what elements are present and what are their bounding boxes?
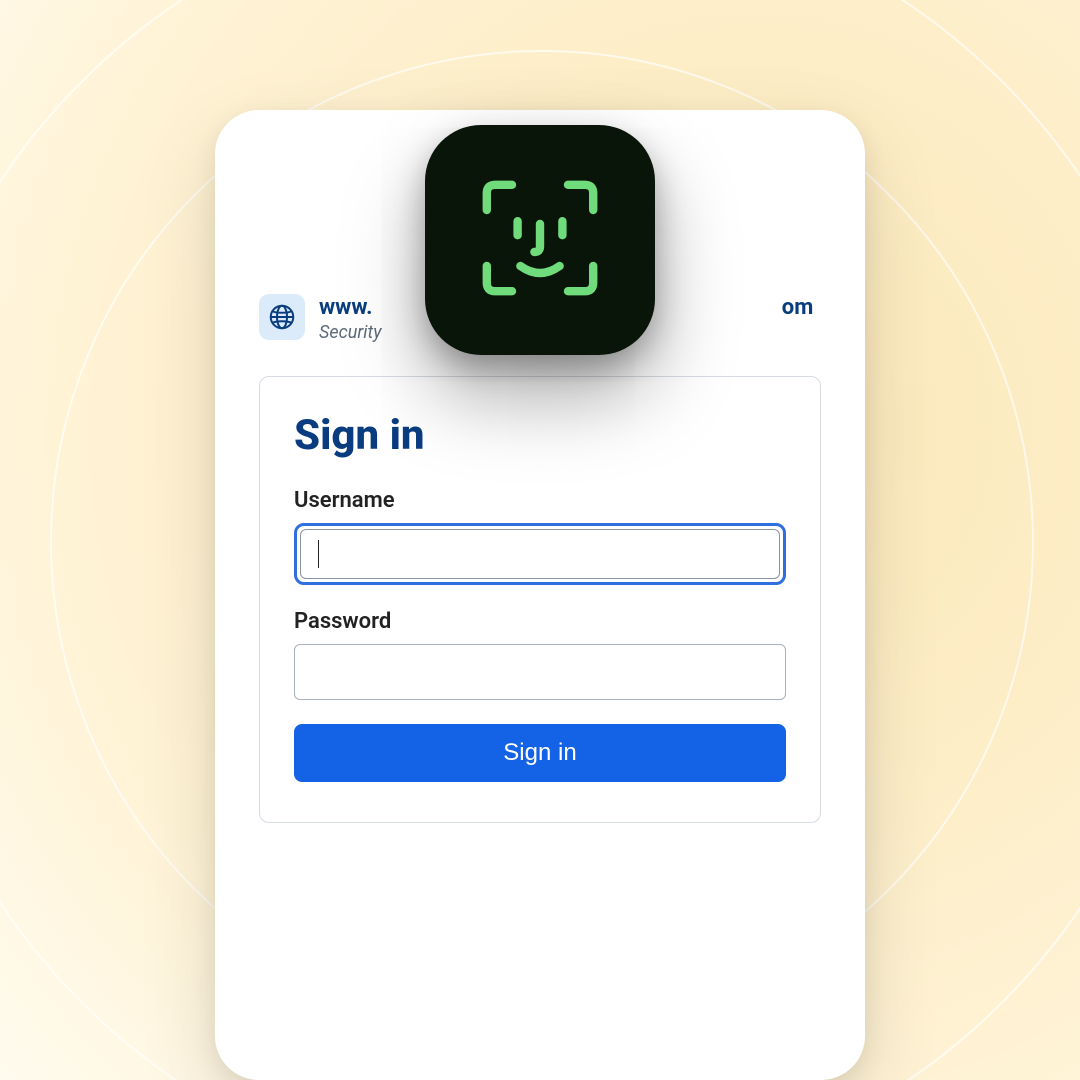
username-field-block: Username	[294, 488, 786, 585]
signin-button[interactable]: Sign in	[294, 724, 786, 782]
password-label: Password	[294, 609, 786, 634]
username-label: Username	[294, 488, 786, 513]
username-input[interactable]	[300, 529, 780, 579]
username-focus-ring	[294, 523, 786, 585]
form-title: Sign in	[294, 411, 786, 460]
face-id-overlay[interactable]	[425, 125, 655, 355]
globe-icon	[259, 294, 305, 340]
face-id-icon	[470, 168, 610, 312]
password-input[interactable]	[294, 644, 786, 700]
text-cursor	[318, 540, 319, 568]
signin-form: Sign in Username Password Sign in	[259, 376, 821, 823]
stage: www. xxxxxxxxxxxx om Security Sign in Us…	[0, 0, 1080, 1080]
password-field-block: Password	[294, 609, 786, 700]
site-url-right: om	[782, 295, 813, 320]
site-url-left: www.	[319, 295, 373, 320]
